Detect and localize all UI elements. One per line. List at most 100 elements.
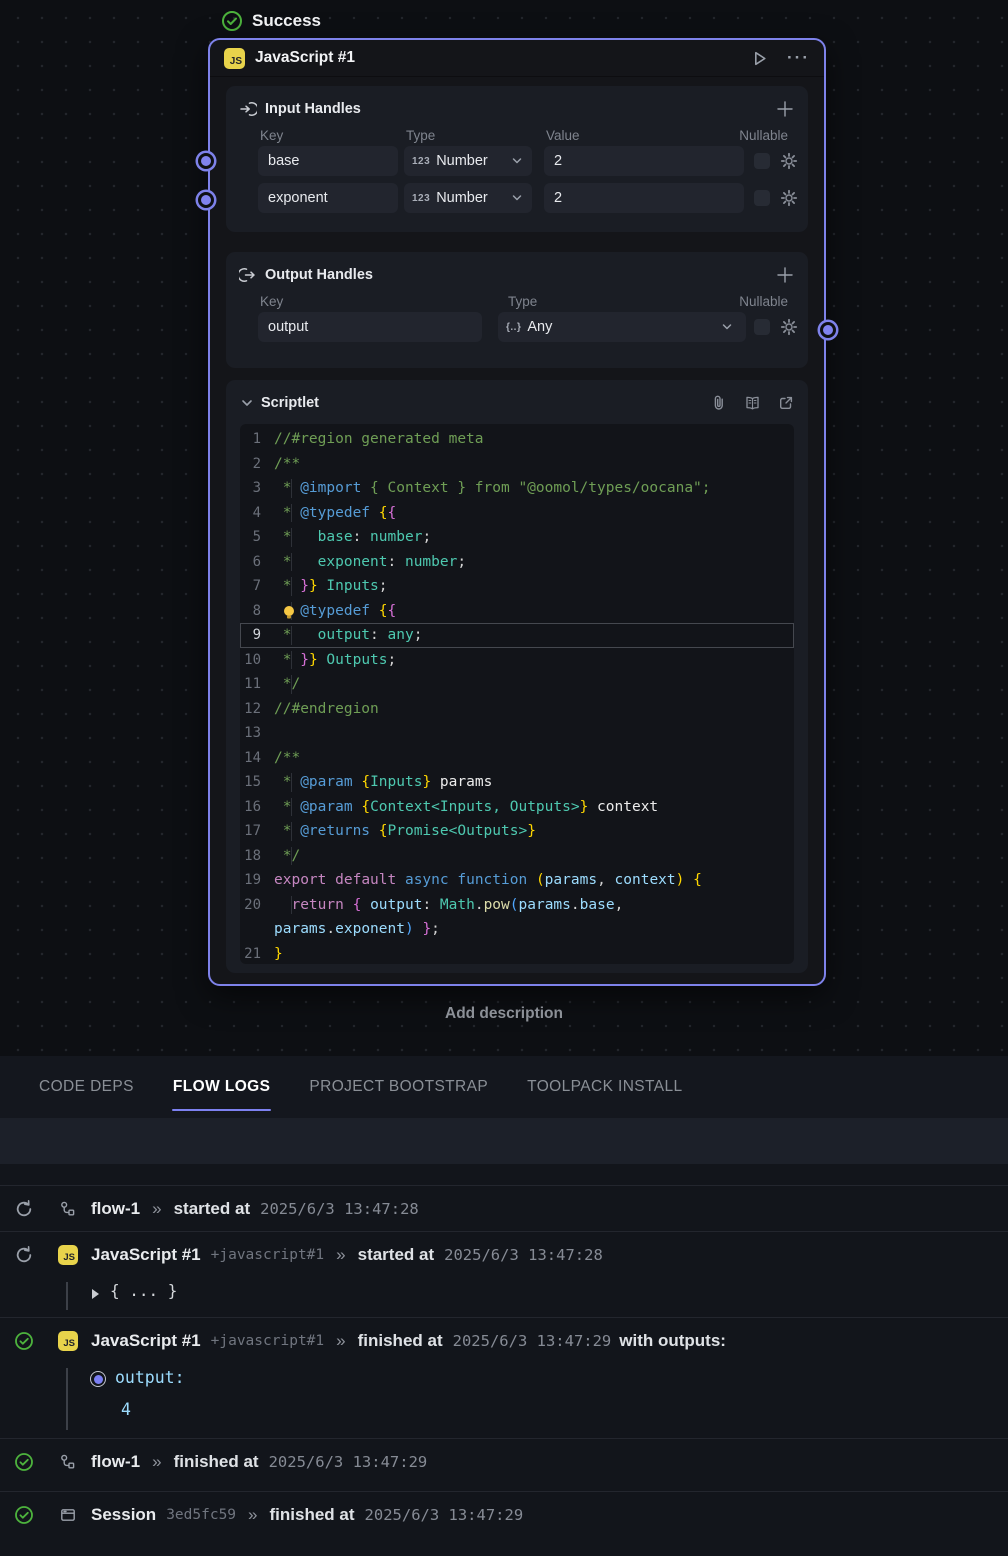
code-line[interactable]: 3 * @import { Context } from "@oomol/typ… (240, 476, 794, 501)
javascript-icon: JS (58, 1331, 78, 1351)
log-tag: +javascript#1 (211, 1247, 325, 1263)
chevron-down-icon[interactable] (239, 395, 255, 411)
log-arrow: » (336, 1331, 345, 1351)
type-select[interactable]: 123 Number (404, 146, 532, 176)
key-input[interactable]: base (258, 146, 398, 176)
log-row[interactable]: flow-1 » finished at 2025/6/3 13:47:29 (0, 1438, 1008, 1491)
column-label-nullable: Nullable (739, 294, 788, 309)
log-arrow: » (152, 1199, 161, 1219)
line-number: 7 (240, 574, 274, 599)
line-number: 20 (240, 893, 274, 918)
flow-icon (59, 1453, 77, 1471)
code-line[interactable]: 6 * exponent: number; (240, 550, 794, 575)
input-port-base[interactable] (198, 153, 214, 169)
code-line[interactable]: 5 * base: number; (240, 525, 794, 550)
code-line[interactable]: 15 * @param {Inputs} params (240, 770, 794, 795)
check-circle-icon (221, 10, 243, 32)
add-input-handle-button[interactable] (775, 99, 795, 119)
code-line[interactable]: 21} (240, 942, 794, 965)
code-line[interactable]: 9 * output: any; (240, 623, 794, 648)
key-input[interactable]: exponent (258, 183, 398, 213)
paperclip-icon[interactable] (710, 394, 728, 412)
tab-toolpack-install[interactable]: TOOLPACK INSTALL (527, 1078, 682, 1096)
log-row[interactable]: JS JavaScript #1 +javascript#1 » finishe… (0, 1317, 1008, 1438)
code-line[interactable]: 14/** (240, 746, 794, 771)
add-output-handle-button[interactable] (775, 265, 795, 285)
number-type-icon: 123 (412, 156, 430, 167)
status-label: Success (252, 11, 321, 31)
code-line[interactable]: params.exponent) }; (240, 917, 794, 942)
tab-flow-logs[interactable]: FLOW LOGS (173, 1078, 270, 1096)
type-select[interactable]: 123 Number (404, 183, 532, 213)
code-line[interactable]: 7 * }} Inputs; (240, 574, 794, 599)
flow-icon (59, 1200, 77, 1218)
code-line[interactable]: 19export default async function (params,… (240, 868, 794, 893)
output-handles-panel: Output Handles KeyTypeNullable output {.… (226, 252, 808, 368)
ellipsis-icon: ··· (787, 48, 810, 67)
session-icon (59, 1506, 77, 1524)
line-number: 8 (240, 599, 274, 624)
log-row[interactable]: Session 3ed5fc59 » finished at 2025/6/3 … (0, 1491, 1008, 1556)
handle-settings-button[interactable] (779, 188, 799, 213)
output-handles-title: Output Handles (265, 267, 373, 283)
log-action: finished at (358, 1331, 443, 1351)
value-input[interactable]: 2 (544, 146, 744, 176)
code-line[interactable]: 16 * @param {Context<Inputs, Outputs>} c… (240, 795, 794, 820)
value-input[interactable]: 2 (544, 183, 744, 213)
code-editor[interactable]: 1//#region generated meta2/**3 * @import… (240, 424, 794, 964)
spinner-icon (14, 1199, 34, 1219)
line-number: 5 (240, 525, 274, 550)
node-header[interactable]: JS JavaScript #1 ··· (210, 40, 824, 77)
flow-canvas[interactable]: Success JS JavaScript #1 ··· Inpu (0, 0, 1008, 1056)
code-line[interactable]: 1//#region generated meta (240, 427, 794, 452)
collapsed-json[interactable]: { ... } (110, 1281, 177, 1300)
output-port-output[interactable] (820, 322, 836, 338)
check-circle-icon (14, 1505, 34, 1525)
nullable-checkbox[interactable] (754, 190, 770, 206)
log-row[interactable]: flow-1 » started at 2025/6/3 13:47:28 (0, 1185, 1008, 1231)
code-line[interactable]: 2/** (240, 452, 794, 477)
tab-code-deps[interactable]: CODE DEPS (39, 1078, 134, 1096)
bottom-tabbar: CODE DEPS FLOW LOGS PROJECT BOOTSTRAP TOOLP… (0, 1056, 1008, 1118)
nullable-checkbox[interactable] (754, 153, 770, 169)
column-label-key: Key (260, 294, 283, 309)
code-line[interactable]: 20 return { output: Math.pow(params.base… (240, 893, 794, 918)
spinner-icon (14, 1245, 34, 1265)
scriptlet-title: Scriptlet (261, 395, 319, 411)
book-icon[interactable] (743, 394, 762, 413)
code-line[interactable]: 13 (240, 721, 794, 746)
code-line[interactable]: 8 @typedef {{ (240, 599, 794, 624)
log-row[interactable]: JS JavaScript #1 +javascript#1 » started… (0, 1231, 1008, 1317)
code-line[interactable]: 4 * @typedef {{ (240, 501, 794, 526)
run-node-button[interactable] (750, 49, 769, 68)
spinner-icon (14, 1199, 34, 1219)
nullable-checkbox[interactable] (754, 319, 770, 335)
line-number: 10 (240, 648, 274, 673)
add-description-button[interactable]: Add description (0, 1005, 1008, 1023)
handle-settings-button[interactable] (779, 317, 799, 342)
tab-project-bootstrap[interactable]: PROJECT BOOTSTRAP (309, 1078, 488, 1096)
code-line[interactable]: 17 * @returns {Promise<Outputs>} (240, 819, 794, 844)
key-input[interactable]: output (258, 312, 482, 342)
external-link-icon[interactable] (777, 394, 795, 412)
type-select[interactable]: {..} Any (498, 312, 746, 342)
code-line[interactable]: 18 */ (240, 844, 794, 869)
line-number: 11 (240, 672, 274, 697)
line-number: 14 (240, 746, 274, 771)
javascript-node[interactable]: JS JavaScript #1 ··· Input Handles (208, 38, 826, 986)
log-timestamp: 2025/6/3 13:47:28 (444, 1246, 603, 1264)
code-line[interactable]: 11 */ (240, 672, 794, 697)
log-timestamp: 2025/6/3 13:47:28 (260, 1200, 419, 1218)
line-number: 1 (240, 427, 274, 452)
output-handle-icon (239, 266, 257, 284)
log-tag: 3ed5fc59 (166, 1507, 236, 1523)
code-line[interactable]: 10 * }} Outputs; (240, 648, 794, 673)
node-menu-button[interactable]: ··· (787, 48, 810, 68)
input-port-exponent[interactable] (198, 192, 214, 208)
collapse-triangle-icon[interactable] (92, 1289, 99, 1299)
log-action: started at (358, 1245, 435, 1265)
code-line[interactable]: 12//#endregion (240, 697, 794, 722)
log-title: Session (91, 1505, 156, 1525)
line-number: 16 (240, 795, 274, 820)
handle-settings-button[interactable] (779, 151, 799, 176)
